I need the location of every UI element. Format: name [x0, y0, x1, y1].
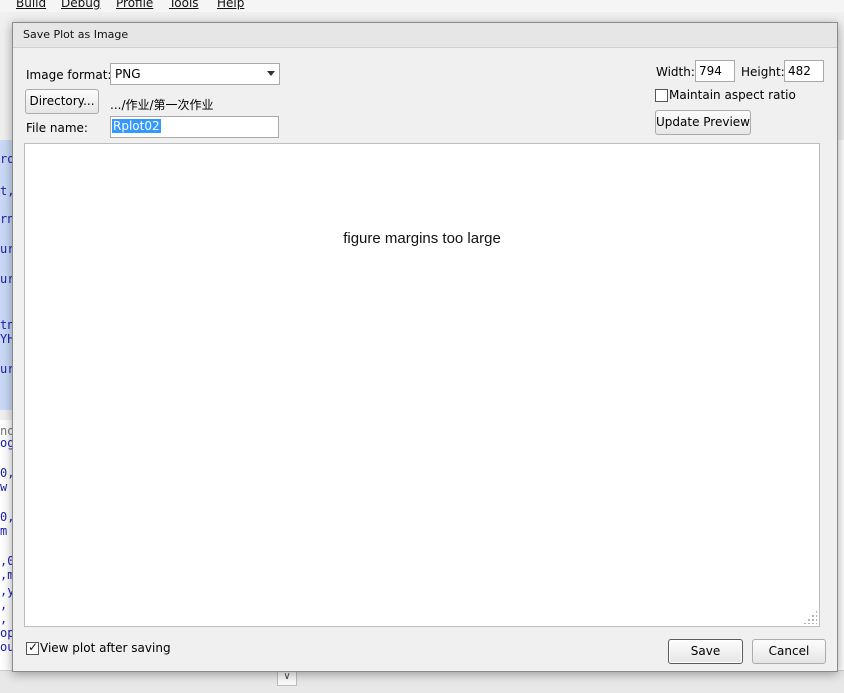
update-preview-button[interactable]: Update Preview — [655, 110, 751, 135]
cancel-button-label: Cancel — [768, 644, 810, 658]
view-after-saving-checkbox[interactable]: ✓ — [26, 640, 39, 655]
menu-profile[interactable]: Profile — [116, 0, 153, 10]
directory-button-label: Directory... — [29, 94, 95, 108]
ide-menubar: Build Debug Profile Tools Help — [0, 0, 844, 12]
maintain-aspect-checkbox[interactable] — [655, 89, 668, 102]
image-format-label: Image format: — [26, 68, 112, 82]
cancel-button[interactable]: Cancel — [752, 639, 826, 664]
maintain-aspect-label: Maintain aspect ratio — [669, 88, 796, 102]
image-format-value: PNG — [115, 67, 141, 81]
directory-button[interactable]: Directory... — [25, 89, 99, 114]
view-after-saving-label: View plot after saving — [40, 641, 171, 655]
menu-tools[interactable]: Tools — [169, 0, 199, 10]
update-preview-label: Update Preview — [656, 115, 750, 129]
save-plot-dialog: Save Plot as Image Image format: PNG Dir… — [12, 22, 838, 672]
width-label: Width: — [656, 65, 695, 79]
code-fragment: 0, — [0, 466, 12, 480]
code-fragment: 0, — [0, 510, 12, 524]
width-value: 794 — [699, 64, 722, 78]
directory-path: .../作业/第一次作业 — [110, 98, 214, 112]
code-fragment: ur — [0, 362, 12, 376]
code-fragment: m — [0, 524, 8, 538]
code-fragment: ,m — [0, 568, 12, 582]
code-fragment: t, — [0, 184, 12, 198]
menu-debug[interactable]: Debug — [61, 0, 100, 10]
code-fragment: ur — [0, 272, 12, 286]
preview-error-message: figure margins too large — [343, 230, 501, 247]
code-fragment: ro — [0, 152, 12, 166]
width-input[interactable]: 794 — [695, 60, 735, 82]
code-fragment: YH — [0, 332, 12, 346]
dialog-titlebar[interactable]: Save Plot as Image — [13, 23, 837, 48]
file-name-label: File name: — [26, 121, 88, 135]
dropdown-arrow-icon — [267, 71, 275, 76]
menu-build[interactable]: Build — [16, 0, 46, 10]
file-name-value: Rplot02 — [112, 119, 161, 133]
code-fragment: , — [0, 612, 8, 626]
code-fragment: og — [0, 436, 12, 450]
save-button[interactable]: Save — [668, 639, 743, 664]
code-fragment: rn — [0, 212, 12, 226]
file-name-input[interactable]: Rplot02 — [110, 116, 279, 138]
checkmark-icon: ✓ — [28, 640, 39, 654]
height-label: Height: — [741, 65, 785, 79]
height-input[interactable]: 482 — [784, 60, 824, 82]
code-fragment: ,0 — [0, 554, 12, 568]
image-format-select[interactable]: PNG — [110, 63, 280, 85]
resize-grip-icon[interactable] — [803, 610, 817, 624]
save-button-label: Save — [690, 644, 721, 658]
code-fragment: ou — [0, 640, 12, 654]
code-fragment: w — [0, 480, 8, 494]
code-fragment: , — [0, 598, 8, 612]
plot-preview: figure margins too large — [24, 143, 820, 627]
ide-statusbar — [0, 670, 844, 693]
code-fragment: op — [0, 626, 12, 640]
code-fragment: ur — [0, 242, 12, 256]
menu-help[interactable]: Help — [217, 0, 244, 10]
code-fragment: tn — [0, 318, 12, 332]
code-fragment: ,y — [0, 584, 12, 598]
height-value: 482 — [788, 64, 811, 78]
dialog-title: Save Plot as Image — [23, 28, 129, 41]
